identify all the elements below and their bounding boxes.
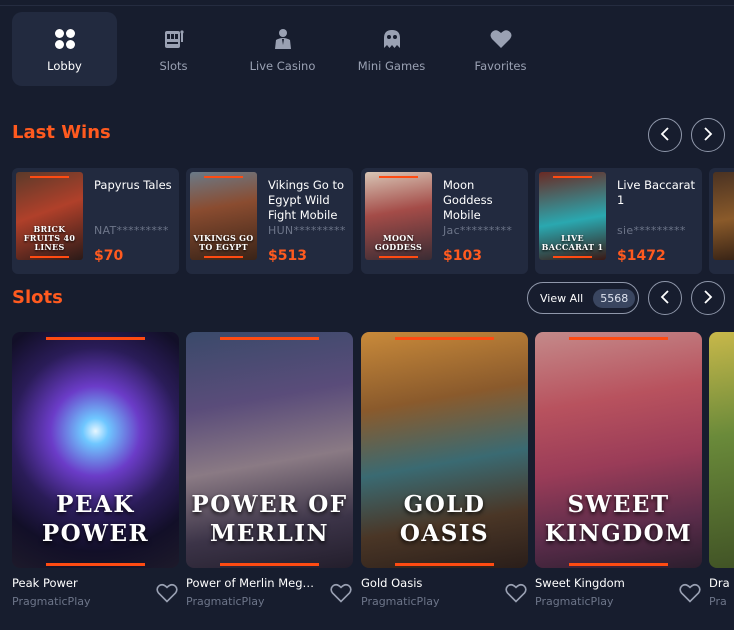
chevron-left-icon [660,289,670,308]
slot-provider: Pra [709,595,727,608]
nav-label: Slots [159,59,188,73]
slot-provider: PragmaticPlay [12,595,91,608]
nav-label: Lobby [47,59,82,73]
game-thumbnail: BRICK FRUITS 40 LINES [16,172,83,260]
slot-card[interactable]: Dra Pra [709,332,734,608]
slot-thumbnail: POWER OF MERLIN [186,332,353,568]
slot-name: Sweet Kingdom [535,576,625,590]
game-art-title: VIKINGS GO TO EGYPT [193,233,254,252]
win-username: NAT********* [94,224,169,237]
game-art-title: MOON GODDESS [374,233,423,252]
win-card[interactable] [709,168,734,274]
last-wins-next-button[interactable] [691,118,725,152]
win-amount: $1472 [617,248,666,264]
last-wins-title: Last Wins [12,122,111,143]
win-amount: $70 [94,248,124,264]
win-card[interactable]: VIKINGS GO TO EGYPT Vikings Go to Egypt … [186,168,353,274]
slot-name: Peak Power [12,576,78,590]
chevron-right-icon [703,289,713,308]
nav-label: Mini Games [357,59,426,73]
nav-item-slots[interactable]: Slots [121,12,226,86]
slots-prev-button[interactable] [648,281,682,315]
favorite-heart-icon[interactable] [329,582,353,604]
win-card[interactable]: MOON GODDESS Moon Goddess Mobile Jac****… [361,168,528,274]
game-art-title: BRICK FRUITS 40 LINES [23,224,76,252]
game-art-title: LIVE BACCARAT 1 [541,233,604,252]
slot-card[interactable]: PEAK POWER Peak Power PragmaticPlay [12,332,179,608]
chevron-left-icon [660,126,670,145]
category-nav: Lobby Slots Live Casino Mini Games Favor… [12,12,557,86]
slot-card[interactable]: GOLD OASIS Gold Oasis PragmaticPlay [361,332,528,608]
game-thumbnail: LIVE BACCARAT 1 [539,172,606,260]
top-divider [0,0,734,6]
slot-name: Power of Merlin Mega… [186,576,318,590]
slot-name: Dra [709,576,730,590]
slots-next-button[interactable] [691,281,725,315]
nav-item-favorites[interactable]: Favorites [448,12,553,86]
nav-item-live-casino[interactable]: Live Casino [230,12,335,86]
nav-item-mini-games[interactable]: Mini Games [339,12,444,86]
favorite-heart-icon[interactable] [155,582,179,604]
game-thumbnail: VIKINGS GO TO EGYPT [190,172,257,260]
slot-thumbnail: PEAK POWER [12,332,179,568]
slots-title: Slots [12,287,63,308]
last-wins-prev-button[interactable] [648,118,682,152]
win-card[interactable]: LIVE BACCARAT 1 Live Baccarat 1 sie*****… [535,168,702,274]
win-game-name: Moon Goddess Mobile [443,178,493,222]
view-all-label: View All [540,291,584,305]
win-game-name: Papyrus Tales [94,178,172,192]
win-card[interactable]: BRICK FRUITS 40 LINES Papyrus Tales NAT*… [12,168,179,274]
last-wins-carousel: BRICK FRUITS 40 LINES Papyrus Tales NAT*… [12,168,734,274]
favorite-heart-icon[interactable] [504,582,528,604]
slot-art-title: GOLD OASIS [399,491,490,547]
slot-machine-icon [161,26,187,52]
win-amount: $103 [443,248,482,264]
slot-thumbnail [709,332,734,568]
slot-thumbnail: GOLD OASIS [361,332,528,568]
win-game-name: Live Baccarat 1 [617,178,696,207]
nav-label: Live Casino [249,59,316,73]
slot-thumbnail: SWEET KINGDOM [535,332,702,568]
chevron-right-icon [703,126,713,145]
slot-name: Gold Oasis [361,576,423,590]
nav-item-lobby[interactable]: Lobby [12,12,117,86]
slot-art-title: PEAK POWER [41,491,150,547]
slot-art-title: SWEET KINGDOM [544,491,693,547]
dealer-icon [270,26,296,52]
slot-provider: PragmaticPlay [361,595,440,608]
game-thumbnail: MOON GODDESS [365,172,432,260]
nav-label: Favorites [474,59,527,73]
slot-provider: PragmaticPlay [535,595,614,608]
win-username: sie********* [617,224,686,237]
slots-carousel: PEAK POWER Peak Power PragmaticPlay POWE… [12,332,734,630]
win-username: HUN********* [268,224,346,237]
win-game-name: Vikings Go to Egypt Wild Fight Mobile [268,178,345,222]
grid-icon [52,26,78,52]
win-amount: $513 [268,248,307,264]
favorite-heart-icon[interactable] [678,582,702,604]
view-all-button[interactable]: View All 5568 [527,282,639,314]
ghost-icon [379,26,405,52]
win-username: Jac********* [443,224,513,237]
slot-provider: PragmaticPlay [186,595,265,608]
slot-card[interactable]: POWER OF MERLIN Power of Merlin Mega… Pr… [186,332,353,608]
heart-icon [488,26,514,52]
slot-card[interactable]: SWEET KINGDOM Sweet Kingdom PragmaticPla… [535,332,702,608]
slots-count-badge: 5568 [593,288,636,308]
game-thumbnail [713,172,734,260]
slot-art-title: POWER OF MERLIN [191,491,348,547]
